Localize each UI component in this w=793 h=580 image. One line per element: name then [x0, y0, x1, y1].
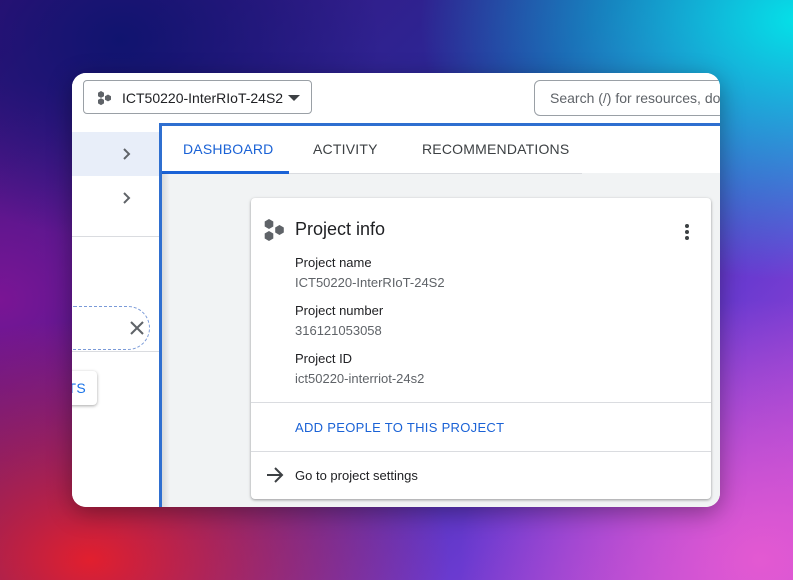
project-id-label: Project ID	[295, 351, 353, 366]
tab-label: DASHBOARD	[183, 141, 274, 157]
tab-recommendations[interactable]: RECOMMENDATIONS	[397, 126, 582, 173]
caret-down-icon	[288, 95, 300, 101]
top-bar: ICT50220-InterRIoT-24S2	[72, 73, 720, 124]
card-divider	[251, 451, 711, 452]
tab-label: RECOMMENDATIONS	[422, 141, 570, 157]
project-number-label: Project number	[295, 303, 384, 318]
tab-label: ACTIVITY	[313, 141, 378, 157]
card-divider	[251, 402, 711, 403]
sidebar-divider	[72, 351, 160, 352]
tab-activity[interactable]: ACTIVITY	[289, 126, 397, 173]
sidebar-item-selected[interactable]	[72, 132, 160, 176]
chevron-right-icon	[123, 148, 131, 160]
tab-dashboard[interactable]: DASHBOARD	[162, 126, 289, 174]
card-title: Project info	[295, 219, 386, 239]
tab-bar: DASHBOARD ACTIVITY RECOMMENDATIONS	[162, 126, 582, 174]
search-input[interactable]	[550, 90, 720, 106]
sidebar-filter-chip[interactable]	[72, 306, 150, 350]
console-window: ICT50220-InterRIoT-24S2 TS	[72, 73, 720, 507]
more-vert-icon[interactable]	[681, 222, 693, 242]
sidebar-divider	[72, 236, 160, 237]
project-info-card: Project info Project name ICT50220-Inter…	[251, 198, 711, 499]
sidebar-action-label: TS	[72, 380, 86, 396]
sidebar-action-button[interactable]: TS	[72, 371, 97, 405]
project-name-value: ICT50220-InterRIoT-24S2	[295, 275, 445, 290]
arrow-right-icon	[267, 467, 284, 483]
main-panel: DASHBOARD ACTIVITY RECOMMENDATIONS Proje…	[159, 123, 720, 507]
project-id-value: ict50220-interriot-24s2	[295, 371, 425, 386]
project-hexagons-icon	[264, 219, 284, 241]
tab-active-indicator	[162, 171, 289, 174]
chevron-right-icon	[123, 192, 131, 204]
close-icon[interactable]	[129, 320, 145, 336]
tab-bar-extension	[582, 126, 720, 173]
add-people-link[interactable]: ADD PEOPLE TO THIS PROJECT	[295, 420, 504, 435]
project-picker-label: ICT50220-InterRIoT-24S2	[122, 90, 284, 106]
project-hexagons-icon	[98, 91, 111, 106]
sidebar-item[interactable]	[72, 176, 160, 220]
search-box[interactable]	[534, 80, 720, 116]
project-number-value: 316121053058	[295, 323, 382, 338]
project-settings-link[interactable]: Go to project settings	[295, 468, 418, 483]
panel-shadow	[162, 173, 170, 507]
sidebar: TS	[72, 123, 160, 507]
project-name-label: Project name	[295, 255, 372, 270]
project-picker-button[interactable]: ICT50220-InterRIoT-24S2	[83, 80, 312, 114]
